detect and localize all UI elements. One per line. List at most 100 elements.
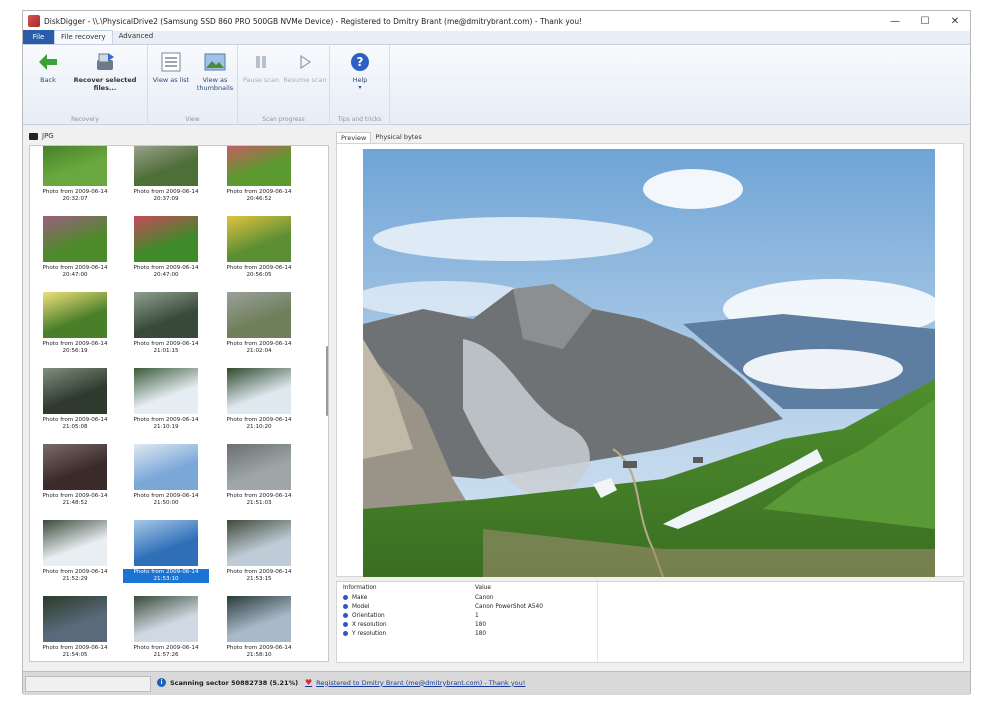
thumbnail-item[interactable]: Photo from 2009-06-14 21:48:52 (32, 444, 118, 507)
thumbnail-item[interactable]: Photo from 2009-06-14 21:53:15 (216, 520, 302, 583)
tab-preview[interactable]: Preview (336, 132, 372, 143)
thumbnail-item[interactable]: Photo from 2009-06-14 20:47:00 (32, 216, 118, 279)
thumbnail-item[interactable]: Photo from 2009-06-14 21:01:15 (123, 292, 209, 355)
file-menu-tab[interactable]: File (23, 30, 54, 44)
maximize-button[interactable]: ☐ (910, 16, 940, 27)
pause-icon (250, 51, 272, 73)
registration-link[interactable]: ♥ Registered to Dmitry Brant (me@dmitryb… (305, 678, 525, 687)
folder-label: JPG (42, 132, 54, 140)
thumbnail-image (227, 292, 291, 338)
metadata-table: Information Value Make Canon Model Canon Po… (336, 581, 964, 663)
thumbnail-caption: Photo from 2009-06-14 20:47:00 (133, 265, 199, 278)
thumbnail-image (134, 216, 198, 262)
view-as-list-label: View as list (152, 76, 190, 84)
thumbnail-caption: Photo from 2009-06-14 21:48:52 (42, 493, 108, 506)
recover-icon (94, 51, 116, 73)
help-icon: ? (349, 51, 371, 73)
thumbnail-image (227, 444, 291, 490)
folder-header: JPG (29, 132, 54, 140)
metadata-rows: Make Canon Model Canon PowerShot A540 Orient… (337, 593, 963, 638)
back-button[interactable]: Back (25, 51, 71, 84)
thumbnail-image (43, 520, 107, 566)
thumbnail-item[interactable]: Photo from 2009-06-14 21:53:10 (123, 520, 209, 583)
header-information[interactable]: Information (343, 585, 475, 591)
thumbnail-image (43, 216, 107, 262)
back-label: Back (40, 76, 56, 84)
thumbnail-image (134, 596, 198, 642)
metadata-key: Make (352, 594, 368, 601)
thumbnail-item[interactable]: Photo from 2009-06-14 21:52:29 (32, 520, 118, 583)
scrollbar-thumb[interactable] (326, 346, 328, 416)
thumbnail-item[interactable]: Photo from 2009-06-14 21:58:10 (216, 596, 302, 659)
status-progress-field (25, 676, 151, 692)
thumbnail-image (43, 444, 107, 490)
thumbnail-image (227, 146, 291, 186)
metadata-key-cell: Make (343, 595, 475, 601)
help-button[interactable]: ? Help ▾ (337, 51, 383, 92)
header-value[interactable]: Value (475, 585, 603, 591)
minimize-button[interactable]: — (880, 16, 910, 27)
metadata-header-row: Information Value (337, 582, 963, 593)
thumbnail-item[interactable]: Photo from 2009-06-14 21:10:20 (216, 368, 302, 431)
thumbnail-image (227, 216, 291, 262)
metadata-row[interactable]: Model Canon PowerShot A540 (337, 602, 963, 611)
thumbnail-item[interactable]: Photo from 2009-06-14 21:05:08 (32, 368, 118, 431)
bullet-icon (343, 631, 348, 636)
thumbnail-item[interactable]: Photo from 2009-06-14 20:56:19 (32, 292, 118, 355)
resume-scan-button[interactable]: Resume scan (282, 51, 328, 84)
ribbon-group-tips: ? Help ▾ Tips and tricks (330, 45, 390, 125)
pause-scan-label: Pause scan (242, 76, 280, 84)
thumbnail-item[interactable]: Photo from 2009-06-14 20:32:07 (32, 146, 118, 203)
metadata-row[interactable]: Orientation 1 (337, 611, 963, 620)
thumbnail-item[interactable]: Photo from 2009-06-14 21:02:04 (216, 292, 302, 355)
bullet-icon (343, 622, 348, 627)
thumbnail-caption: Photo from 2009-06-14 21:50:00 (133, 493, 199, 506)
group-label-scan-progress: Scan progress (262, 116, 305, 123)
thumbnail-item[interactable]: Photo from 2009-06-14 20:56:05 (216, 216, 302, 279)
thumbnail-caption: Photo from 2009-06-14 21:51:03 (226, 493, 292, 506)
thumbnail-item[interactable]: Photo from 2009-06-14 21:54:05 (32, 596, 118, 659)
thumbnail-panel[interactable]: Photo from 2009-06-14 20:32:07 Photo from… (29, 145, 329, 662)
help-dropdown-icon: ▾ (358, 84, 362, 91)
thumbnail-caption: Photo from 2009-06-14 20:47:00 (42, 265, 108, 278)
metadata-value: Canon (475, 594, 494, 601)
registration-text: Registered to Dmitry Brant (me@dmitrybra… (316, 678, 526, 687)
metadata-key-cell: X resolution (343, 622, 475, 628)
thumbnail-caption: Photo from 2009-06-14 20:56:19 (42, 341, 108, 354)
view-as-thumbnails-button[interactable]: View as thumbnails (192, 51, 238, 92)
thumbnail-caption: Photo from 2009-06-14 21:57:26 (133, 645, 199, 658)
thumbnail-item[interactable]: Photo from 2009-06-14 20:37:09 (123, 146, 209, 203)
metadata-row[interactable]: Y resolution 180 (337, 629, 963, 638)
ribbon-group-recovery: Back Recover selected files... Recovery (23, 45, 148, 125)
view-as-list-button[interactable]: View as list (148, 51, 194, 84)
metadata-value: Canon PowerShot A540 (475, 603, 543, 610)
thumbnail-item[interactable]: Photo from 2009-06-14 21:10:19 (123, 368, 209, 431)
resume-scan-label: Resume scan (283, 76, 327, 84)
thumbnail-item[interactable]: Photo from 2009-06-14 21:50:00 (123, 444, 209, 507)
thumbnail-item[interactable]: Photo from 2009-06-14 20:46:52 (216, 146, 302, 203)
tab-advanced[interactable]: Advanced (113, 30, 160, 44)
preview-photo (363, 149, 935, 577)
close-button[interactable]: ✕ (940, 16, 970, 27)
bullet-icon (343, 613, 348, 618)
thumbnail-caption: Photo from 2009-06-14 21:05:08 (42, 417, 108, 430)
thumbnail-item[interactable]: Photo from 2009-06-14 20:47:00 (123, 216, 209, 279)
pause-scan-button[interactable]: Pause scan (238, 51, 284, 84)
ribbon-group-scan-progress: Pause scan Resume scan Scan progress (238, 45, 330, 125)
thumbnail-item[interactable]: Photo from 2009-06-14 21:57:26 (123, 596, 209, 659)
play-icon (294, 51, 316, 73)
tab-physical-bytes[interactable]: Physical bytes (371, 132, 425, 143)
thumbnail-item[interactable]: Photo from 2009-06-14 21:51:03 (216, 444, 302, 507)
tab-file-recovery[interactable]: File recovery (54, 30, 113, 44)
ribbon-group-view: View as list View as thumbnails View (148, 45, 238, 125)
bullet-icon (343, 595, 348, 600)
file-menu-label: File (32, 33, 45, 41)
metadata-key-cell: Y resolution (343, 631, 475, 637)
back-arrow-icon (37, 51, 59, 73)
metadata-row[interactable]: Make Canon (337, 593, 963, 602)
thumbnail-image (134, 146, 198, 186)
scanning-text: Scanning sector 50882738 (5.21%) (170, 678, 299, 687)
metadata-key-cell: Orientation (343, 613, 475, 619)
metadata-row[interactable]: X resolution 180 (337, 620, 963, 629)
recover-selected-button[interactable]: Recover selected files... (71, 51, 139, 92)
